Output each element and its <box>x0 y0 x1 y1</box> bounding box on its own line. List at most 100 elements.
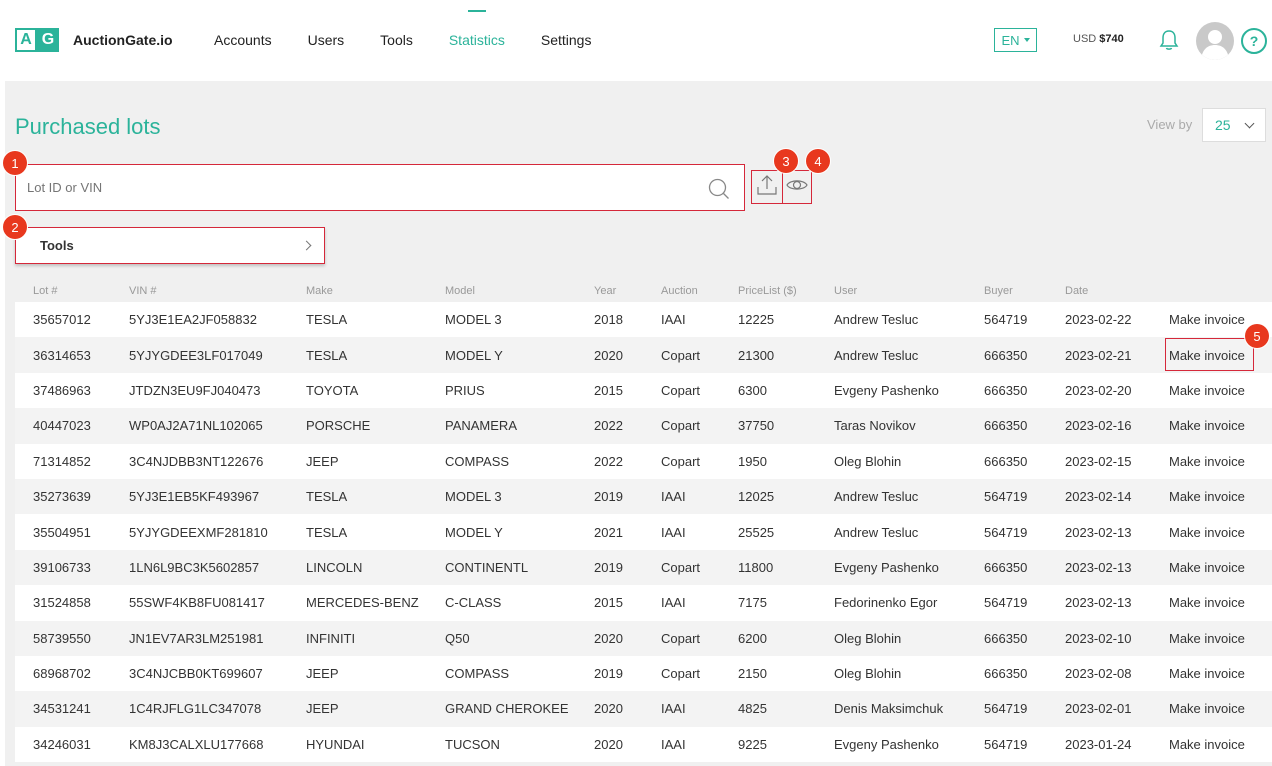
cell-lot-number: 35657012 <box>33 312 91 328</box>
cell-make: JEEP <box>306 453 339 469</box>
table-row[interactable]: 39106733 1LN6L9BC3K5602857 LINCOLN CONTINEN… <box>15 549 1272 586</box>
make-invoice-link[interactable]: Make invoice <box>1169 727 1245 762</box>
cell-year: 2019 <box>594 666 623 682</box>
export-button[interactable] <box>751 170 783 204</box>
cell-model: PRIUS <box>445 382 485 398</box>
make-invoice-link[interactable]: Make invoice <box>1169 585 1245 620</box>
balance-currency: USD <box>1073 33 1097 45</box>
cell-auction: IAAI <box>661 524 686 540</box>
cell-pricelist: 9225 <box>738 736 767 752</box>
cell-make: TESLA <box>306 347 348 363</box>
make-invoice-link[interactable]: Make invoice <box>1169 373 1245 408</box>
table-row[interactable]: 34246031 KM8J3CALXLU177668 HYUNDAI TUCSON 20… <box>15 726 1272 763</box>
table-row[interactable]: 31524858 55SWF4KB8FU081417 MERCEDES-BENZ C-… <box>15 585 1272 621</box>
table-row[interactable]: 34531241 1C4RJFLG1LC347078 JEEP GRAND CHERO… <box>15 691 1272 727</box>
col-buyer[interactable]: Buyer <box>984 279 1013 302</box>
chevron-right-icon <box>301 240 312 251</box>
cell-make: TESLA <box>306 489 348 505</box>
col-date[interactable]: Date <box>1065 279 1088 302</box>
make-invoice-link[interactable]: Make invoice <box>1169 302 1245 337</box>
caret-down-icon <box>1023 38 1030 42</box>
cell-lot-number: 31524858 <box>33 595 91 611</box>
cell-auction: Copart <box>661 418 701 434</box>
cell-buyer: 564719 <box>984 701 1028 717</box>
help-icon[interactable]: ? <box>1241 28 1267 54</box>
search-box <box>15 164 745 211</box>
view-by-select[interactable]: 25 <box>1202 108 1266 142</box>
cell-user: Evgeny Pashenko <box>834 382 939 398</box>
content-panel: Purchased lots View by 25 Lot ID or VIN … <box>3 81 1272 766</box>
col-year[interactable]: Year <box>594 279 616 302</box>
table-row[interactable]: 35504951 5YJYGDEEXMF281810 TESLA MODEL Y 202… <box>15 514 1272 550</box>
cell-user: Oleg Blohin <box>834 666 902 682</box>
language-select[interactable]: EN <box>994 28 1037 52</box>
table-row[interactable]: 58739550 JN1EV7AR3LM251981 INFINITI Q50 2020… <box>15 620 1272 656</box>
brand-name: AuctionGate.io <box>73 32 173 48</box>
nav-tools[interactable]: Tools <box>380 32 413 48</box>
nav-statistics[interactable]: Statistics <box>449 10 505 48</box>
marker-3: 3 <box>774 149 798 173</box>
cell-date: 2023-02-08 <box>1065 666 1132 682</box>
cell-buyer: 666350 <box>984 630 1028 646</box>
view-by-value: 25 <box>1215 117 1231 133</box>
cell-auction: Copart <box>661 666 701 682</box>
table-row[interactable]: 35657012 5YJ3E1EA2JF058832 TESLA MODEL 3 201… <box>15 302 1272 338</box>
bell-icon[interactable] <box>1158 28 1180 52</box>
make-invoice-link[interactable]: Make invoice <box>1169 408 1245 443</box>
search-input[interactable] <box>16 165 666 210</box>
page-title: Purchased lots <box>15 114 161 139</box>
nav-settings[interactable]: Settings <box>541 32 592 48</box>
col-model[interactable]: Model <box>445 279 475 302</box>
make-invoice-link[interactable]: Make invoice <box>1169 621 1245 656</box>
cell-vin: WP0AJ2A71NL102065 <box>129 418 263 434</box>
cell-model: COMPASS <box>445 666 510 682</box>
search-icon[interactable] <box>708 178 730 200</box>
view-columns-button[interactable] <box>782 170 812 204</box>
eye-icon <box>785 177 809 198</box>
cell-model: GRAND CHEROKEE <box>445 701 569 717</box>
cell-user: Andrew Tesluc <box>834 489 919 505</box>
make-invoice-link[interactable]: Make invoice <box>1169 691 1245 726</box>
table-row[interactable]: 37486963 JTDZN3EU9FJ040473 TOYOTA PRIUS 2015… <box>15 372 1272 409</box>
cell-vin: KM8J3CALXLU177668 <box>129 736 264 752</box>
cell-lot-number: 34531241 <box>33 701 91 717</box>
make-invoice-link[interactable]: Make invoice <box>1169 444 1245 479</box>
cell-vin: 1LN6L9BC3K5602857 <box>129 559 260 575</box>
table-row[interactable]: 68968702 3C4NJCBB0KT699607 JEEP COMPASS 2019… <box>15 655 1272 692</box>
cell-auction: Copart <box>661 630 701 646</box>
cell-lot-number: 35504951 <box>33 524 91 540</box>
cell-date: 2023-02-10 <box>1065 630 1132 646</box>
col-make[interactable]: Make <box>306 279 333 302</box>
col-pricelist[interactable]: PriceList ($) <box>738 279 797 302</box>
col-vin[interactable]: VIN # <box>129 279 157 302</box>
make-invoice-link[interactable]: Make invoice <box>1169 479 1245 514</box>
cell-model: MODEL Y <box>445 524 503 540</box>
cell-date: 2023-02-20 <box>1065 382 1132 398</box>
avatar[interactable] <box>1196 22 1234 60</box>
table-row[interactable]: 40447023 WP0AJ2A71NL102065 PORSCHE PANAMERA… <box>15 408 1272 444</box>
col-lot[interactable]: Lot # <box>33 279 57 302</box>
table-row[interactable]: 71314852 3C4NJDBB3NT122676 JEEP COMPASS 2022… <box>15 443 1272 479</box>
cell-auction: Copart <box>661 347 701 363</box>
col-auction[interactable]: Auction <box>661 279 698 302</box>
cell-model: MODEL 3 <box>445 489 502 505</box>
table-header: Lot # VIN # Make Model Year Auction Pric… <box>15 279 1272 302</box>
nav-accounts[interactable]: Accounts <box>214 32 272 48</box>
tools-dropdown[interactable]: Tools <box>15 227 325 264</box>
table-row[interactable]: 35273639 5YJ3E1EB5KF493967 TESLA MODEL 3 201… <box>15 478 1272 515</box>
cell-pricelist: 6300 <box>738 382 767 398</box>
cell-pricelist: 1950 <box>738 453 767 469</box>
make-invoice-link[interactable]: Make invoice <box>1169 550 1245 585</box>
logo-letter-g: G <box>37 28 59 52</box>
cell-pricelist: 21300 <box>738 347 775 363</box>
cell-buyer: 564719 <box>984 524 1028 540</box>
cell-buyer: 564719 <box>984 736 1028 752</box>
make-invoice-link[interactable]: Make invoice <box>1169 514 1245 549</box>
nav-users[interactable]: Users <box>308 32 345 48</box>
make-invoice-link[interactable]: Make invoice <box>1169 656 1245 691</box>
cell-make: TESLA <box>306 524 348 540</box>
brand-logo[interactable]: A G AuctionGate.io <box>15 28 173 52</box>
cell-make: HYUNDAI <box>306 736 365 752</box>
col-user[interactable]: User <box>834 279 857 302</box>
table-row[interactable]: 36314653 5YJYGDEE3LF017049 TESLA MODEL Y 202… <box>15 337 1272 373</box>
